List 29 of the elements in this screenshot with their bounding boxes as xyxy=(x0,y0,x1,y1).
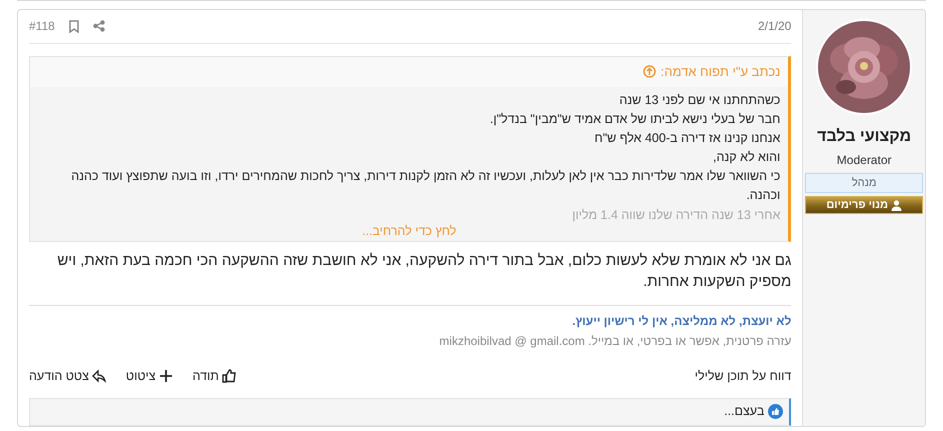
arrow-up-icon[interactable] xyxy=(642,65,656,78)
plus-icon xyxy=(158,369,173,384)
signature-headline: לא יועצת, לא ממליצה, אין לי רישיון ייעוץ. xyxy=(571,312,792,330)
post-number[interactable]: #118 xyxy=(29,17,55,36)
quote-text: והוא לא קנה, xyxy=(712,148,780,166)
reply-icon xyxy=(92,369,106,384)
quote-button[interactable]: ציטוט xyxy=(126,366,173,386)
user-icon xyxy=(890,200,902,210)
reaction-summary[interactable]: בעצם... xyxy=(724,402,764,422)
thanks-button[interactable]: תודה xyxy=(192,366,236,386)
bookmark-icon[interactable] xyxy=(68,20,79,33)
report-link[interactable]: דווח על תוכן שלילי xyxy=(694,366,792,386)
badge-label: מנוי פרימיום xyxy=(826,198,888,213)
quote-text: אנחנו קנינו אז דירה ב-400 אלף ש"ח xyxy=(593,130,780,147)
post-date[interactable]: 2/1/20 xyxy=(758,17,792,36)
like-icon xyxy=(768,404,784,420)
author-name[interactable]: מקצועי בלבד xyxy=(817,125,912,149)
quote-text: חבר של בעלי נישא לביתו של אדם אמיד ש"מבין" בנדל"ן. xyxy=(488,110,780,128)
reactions-bar[interactable]: בעצם... xyxy=(29,398,792,426)
quote-text: אחרי 13 שנה הדירה שלנו שווה 1.4 מליון xyxy=(571,206,782,223)
post-text: גם אני לא אומרת שלא לעשות כלום, אבל בתור דירה להשקעה, אני לא חושבת שזה ההשקעה הכי חכמה בעת הזאת, ויש מספיק השקעות אחרות. xyxy=(56,250,792,292)
share-icon[interactable] xyxy=(92,20,105,32)
quote-text: כשהתחתנו אי שם לפני 13 שנה xyxy=(618,92,780,109)
thumbs-up-icon xyxy=(222,369,236,384)
reply-button[interactable]: צטט הודעה xyxy=(29,366,106,386)
author-title: Moderator xyxy=(836,152,892,169)
signature-text: עזרה פרטנית, אפשר או בפרטי, או במייל. mikzhoibilvad @ gmail.com xyxy=(438,332,792,350)
quote-text: כי השוואר שלו אמר שלדירות כבר אין לאן לעלות, ועכשיו זה לא הזמן לקנות דירות, צריך לחכות שהמחירים ירדו, וזו בועה שתפוצץ ועוד כהנה וכהנה. xyxy=(70,168,780,204)
role-badge: מנהל xyxy=(805,173,924,193)
